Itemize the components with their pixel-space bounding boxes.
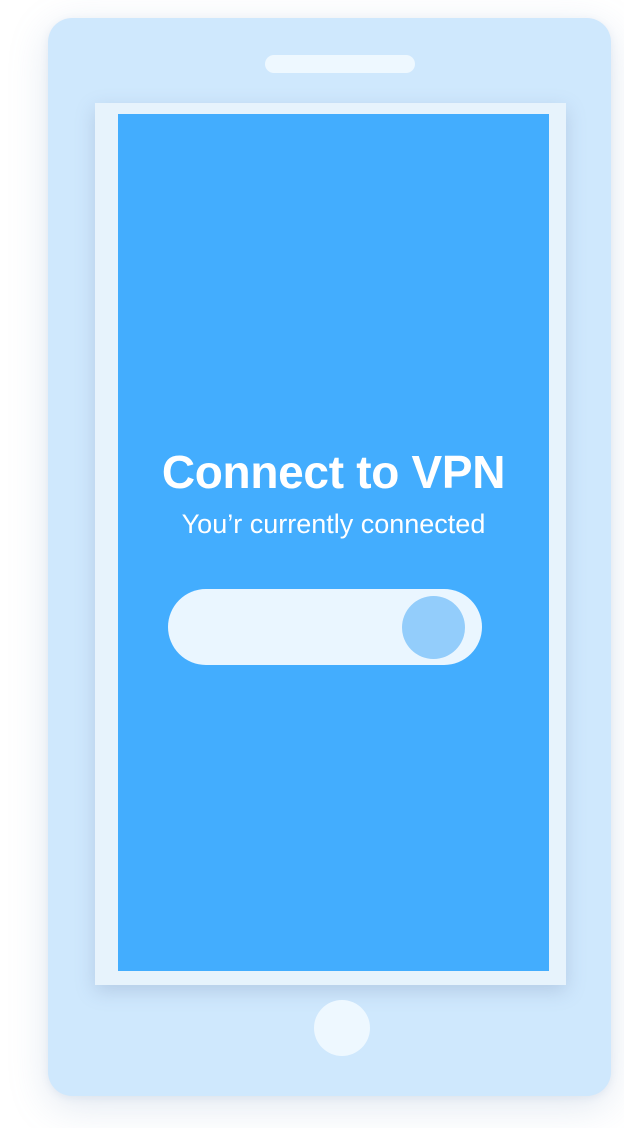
vpn-toggle-switch[interactable] bbox=[168, 589, 482, 665]
vpn-toggle-knob[interactable] bbox=[402, 596, 465, 659]
illustration-stage: Connect to VPN You’r currently connected bbox=[0, 0, 624, 1128]
vpn-status-text: You’r currently connected bbox=[181, 509, 486, 539]
phone-device: Connect to VPN You’r currently connected bbox=[48, 18, 611, 1096]
vpn-title: Connect to VPN bbox=[161, 446, 506, 498]
phone-screen: Connect to VPN You’r currently connected bbox=[118, 114, 549, 971]
home-button[interactable] bbox=[314, 1000, 370, 1056]
phone-speaker bbox=[265, 55, 415, 73]
